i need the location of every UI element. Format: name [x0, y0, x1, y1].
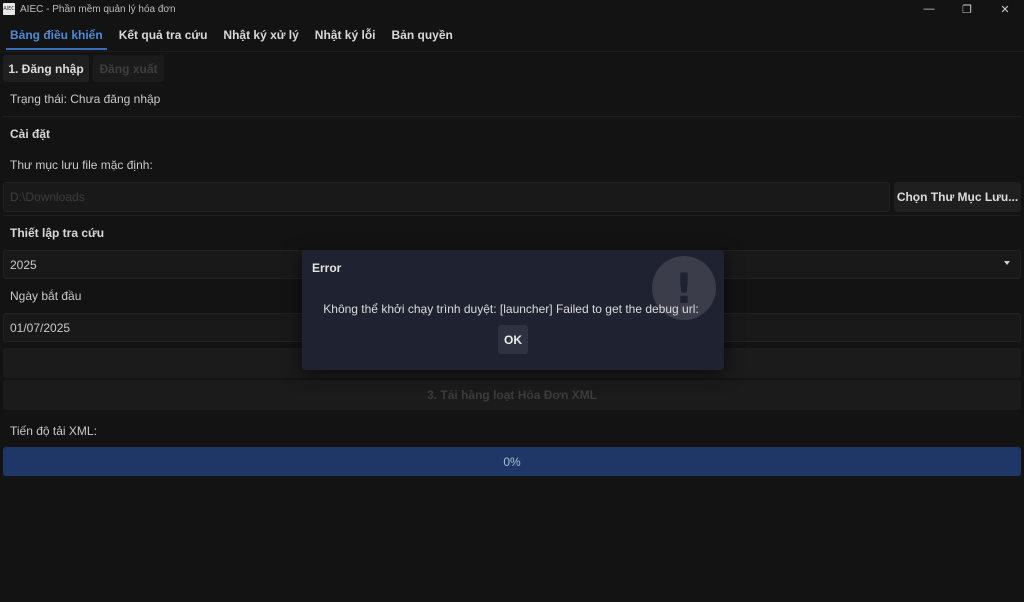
divider — [3, 116, 1021, 117]
tab-lookup-results[interactable]: Kết quả tra cứu — [119, 18, 208, 52]
app-logo-icon: AIEC — [3, 3, 15, 15]
error-dialog: ! Error Không thể khởi chạy trình duyệt:… — [302, 250, 724, 370]
divider — [3, 215, 1021, 216]
folder-path-input[interactable]: D:\Downloads — [3, 182, 890, 212]
lookup-heading: Thiết lập tra cứu — [10, 226, 105, 240]
dialog-title: Error — [312, 261, 342, 275]
start-date-value: 01/07/2025 — [10, 320, 71, 335]
tab-process-log[interactable]: Nhật ký xử lý — [223, 18, 298, 52]
dialog-message: Không thể khởi chạy trình duyệt: [launch… — [323, 302, 699, 316]
logout-button[interactable]: Đăng xuất — [93, 55, 164, 82]
download-progress-bar: 0% — [3, 447, 1021, 476]
login-status: Trạng thái: Chưa đăng nhập — [10, 92, 161, 106]
restore-icon[interactable]: ❐ — [948, 0, 986, 18]
minimize-icon[interactable]: — — [910, 0, 948, 18]
chevron-down-icon — [1004, 261, 1010, 265]
close-icon[interactable]: ✕ — [986, 0, 1024, 18]
window-controls: — ❐ ✕ — [910, 0, 1024, 18]
tab-bar: Bảng điều khiển Kết quả tra cứu Nhật ký … — [0, 18, 1024, 52]
login-button[interactable]: 1. Đăng nhập — [3, 55, 89, 82]
folder-label: Thư mục lưu file mặc định: — [10, 158, 153, 172]
progress-value: 0% — [503, 454, 521, 469]
title-bar: AIEC AIEC - Phần mềm quản lý hóa đơn — ❐… — [0, 0, 1024, 18]
download-xml-button[interactable]: 3. Tải hàng loạt Hóa Đơn XML — [3, 380, 1021, 410]
year-select-value: 2025 — [10, 257, 37, 272]
tab-error-log[interactable]: Nhật ký lỗi — [315, 18, 376, 52]
choose-folder-button[interactable]: Chọn Thư Mục Lưu... — [894, 182, 1021, 212]
progress-label: Tiến độ tải XML: — [10, 424, 97, 438]
window-title: AIEC - Phần mềm quản lý hóa đơn — [20, 3, 176, 15]
start-date-label: Ngày bắt đầu — [10, 289, 82, 303]
tab-license[interactable]: Bản quyền — [391, 18, 452, 52]
settings-heading: Cài đặt — [10, 127, 51, 141]
tab-dashboard[interactable]: Bảng điều khiển — [6, 18, 107, 52]
ok-button[interactable]: OK — [498, 325, 528, 354]
